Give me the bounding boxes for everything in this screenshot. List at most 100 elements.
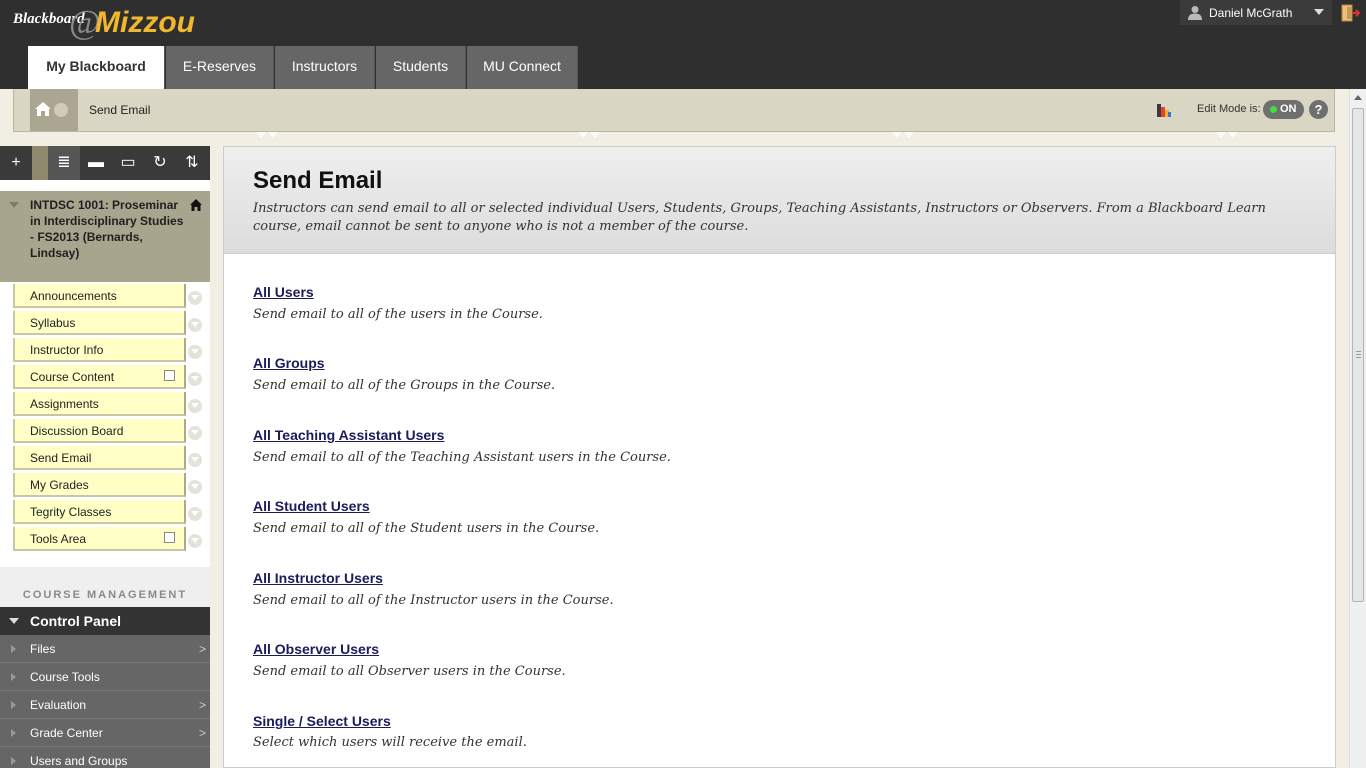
course-home-icon[interactable] — [189, 198, 203, 212]
menu-item-instructor-info[interactable]: Instructor Info — [13, 338, 186, 362]
course-management-label: COURSE MANAGEMENT — [0, 567, 210, 607]
decor-notch — [904, 132, 914, 138]
cp-item-grade-center[interactable]: Grade Center > — [0, 719, 210, 747]
option-description: Select which users will receive the emai… — [253, 735, 527, 750]
menu-item-assignments[interactable]: Assignments — [13, 392, 186, 416]
menu-item-label: Assignments — [30, 397, 99, 411]
course-menu: + ≣ ▬ ▭ ↻ ⇅ INTDSC 1001: Proseminar in I… — [0, 146, 210, 768]
option-description: Send email to all of the Student users i… — [253, 521, 600, 536]
cp-item-files[interactable]: Files > — [0, 635, 210, 663]
menu-divider — [32, 146, 48, 180]
chevron-down-icon[interactable] — [188, 399, 202, 413]
list-view-icon[interactable]: ≣ — [48, 146, 80, 180]
chevron-down-icon[interactable] — [188, 480, 202, 494]
logo-brand: Mizzou — [95, 6, 195, 39]
help-button[interactable]: ? — [1309, 100, 1328, 119]
menu-item-label: Course Content — [30, 370, 115, 384]
tab-e-reserves[interactable]: E-Reserves — [166, 46, 274, 89]
user-menu[interactable]: Daniel McGrath — [1180, 0, 1332, 25]
all-users-link[interactable]: All Users — [253, 284, 314, 300]
menu-item-label: Tegrity Classes — [30, 505, 112, 519]
chevron-down-icon[interactable] — [188, 291, 202, 305]
vertical-scrollbar[interactable] — [1349, 89, 1366, 768]
breadcrumb: Send Email Edit Mode is: ON ? — [13, 89, 1335, 132]
chevron-right-icon: > — [199, 726, 207, 740]
menu-item-my-grades[interactable]: My Grades — [13, 473, 186, 497]
color-palette-icon[interactable] — [1156, 102, 1172, 118]
menu-item-discussion-board[interactable]: Discussion Board — [13, 419, 186, 443]
scrollbar-thumb[interactable] — [1352, 108, 1364, 602]
all-observer-users-link[interactable]: All Observer Users — [253, 641, 379, 657]
menu-item-label: Announcements — [30, 289, 117, 303]
cp-item-label: Files — [30, 642, 56, 656]
chevron-down-icon[interactable] — [188, 318, 202, 332]
chevron-down-icon[interactable] — [188, 345, 202, 359]
edit-mode-toggle[interactable]: ON — [1263, 100, 1304, 119]
reorder-icon[interactable]: ⇅ — [176, 146, 208, 180]
main-content: Send Email Instructors can send email to… — [223, 146, 1336, 768]
chevron-down-icon[interactable] — [188, 453, 202, 467]
cp-item-evaluation[interactable]: Evaluation > — [0, 691, 210, 719]
folder-view-icon[interactable]: ▬ — [80, 146, 112, 180]
decor-notch — [1216, 132, 1226, 138]
option-description: Send email to all of the Teaching Assist… — [253, 450, 671, 465]
status-dot-icon — [1270, 106, 1277, 113]
expand-icon — [11, 701, 16, 709]
collapse-icon[interactable] — [9, 202, 19, 208]
control-panel-header[interactable]: Control Panel — [0, 607, 210, 635]
collapse-icon — [9, 618, 19, 624]
cp-item-label: Evaluation — [30, 698, 87, 712]
tab-my-blackboard[interactable]: My Blackboard — [28, 46, 165, 89]
breadcrumb-current: Send Email — [89, 103, 151, 117]
user-name: Daniel McGrath — [1209, 6, 1293, 20]
chevron-down-icon[interactable] — [188, 534, 202, 548]
menu-item-label: My Grades — [30, 478, 89, 492]
chevron-right-icon: > — [199, 642, 207, 656]
menu-item-label: Instructor Info — [30, 343, 104, 357]
cp-item-users-and-groups[interactable]: Users and Groups — [0, 747, 210, 768]
menu-item-send-email[interactable]: Send Email — [13, 446, 186, 470]
option-description: Send email to all of the Instructor user… — [253, 593, 614, 608]
control-panel-label: Control Panel — [30, 613, 122, 629]
chevron-down-icon[interactable] — [188, 426, 202, 440]
home-button[interactable] — [30, 89, 78, 131]
user-icon — [1188, 6, 1202, 20]
chevron-down-icon[interactable] — [188, 507, 202, 521]
menu-item-label: Send Email — [30, 451, 92, 465]
all-teaching-assistant-users-link[interactable]: All Teaching Assistant Users — [253, 427, 444, 443]
logout-icon[interactable] — [1340, 4, 1360, 22]
grip-icon — [1356, 351, 1361, 358]
refresh-icon[interactable]: ↻ — [144, 146, 176, 180]
decor-notch — [256, 132, 266, 138]
expand-icon — [11, 645, 16, 653]
all-groups-link[interactable]: All Groups — [253, 355, 325, 371]
scroll-up-arrow-icon[interactable] — [1354, 95, 1362, 100]
edit-mode-label: Edit Mode is: — [1197, 103, 1261, 115]
menu-item-syllabus[interactable]: Syllabus — [13, 311, 186, 335]
new-window-icon[interactable]: ▭ — [112, 146, 144, 180]
decor-notch — [1228, 132, 1238, 138]
tab-instructors[interactable]: Instructors — [275, 46, 375, 89]
tab-mu-connect[interactable]: MU Connect — [467, 46, 578, 89]
cp-item-label: Users and Groups — [30, 754, 128, 768]
course-title[interactable]: INTDSC 1001: Proseminar in Interdiscipli… — [30, 197, 190, 261]
single-select-users-link[interactable]: Single / Select Users — [253, 713, 391, 729]
option-description: Send email to all Observer users in the … — [253, 664, 566, 679]
menu-item-tools-area[interactable]: Tools Area — [13, 527, 186, 551]
add-menu-item-icon[interactable]: + — [0, 146, 32, 180]
course-title-block: INTDSC 1001: Proseminar in Interdiscipli… — [0, 191, 210, 282]
cp-item-course-tools[interactable]: Course Tools — [0, 663, 210, 691]
menu-item-course-content[interactable]: Course Content — [13, 365, 186, 389]
blackboard-mizzou-logo[interactable]: Blackboard @ Mizzou — [13, 4, 233, 46]
menu-item-announcements[interactable]: Announcements — [13, 284, 186, 308]
chevron-down-icon[interactable] — [54, 103, 68, 117]
chevron-down-icon[interactable] — [1314, 9, 1324, 15]
menu-item-label: Syllabus — [30, 316, 76, 330]
chevron-down-icon[interactable] — [188, 372, 202, 386]
tab-students[interactable]: Students — [376, 46, 466, 89]
all-student-users-link[interactable]: All Student Users — [253, 498, 370, 514]
page-title: Send Email — [253, 167, 383, 194]
course-menu-toolbar: + ≣ ▬ ▭ ↻ ⇅ — [0, 146, 210, 180]
all-instructor-users-link[interactable]: All Instructor Users — [253, 570, 383, 586]
menu-item-tegrity-classes[interactable]: Tegrity Classes — [13, 500, 186, 524]
